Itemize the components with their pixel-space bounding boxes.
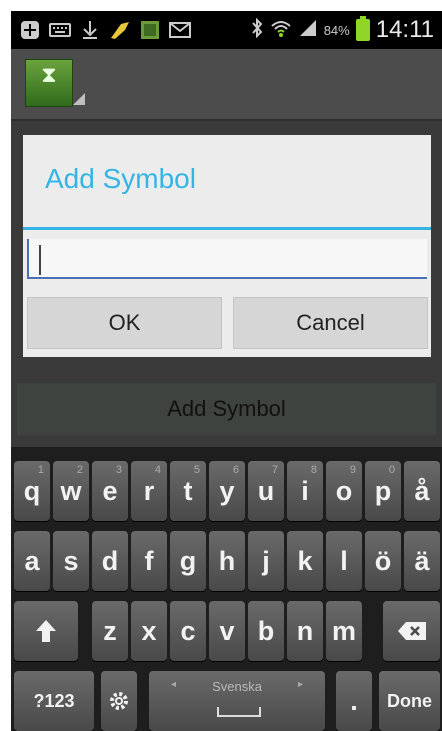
key-c[interactable]: c <box>170 601 206 661</box>
space-bar-icon <box>217 707 261 717</box>
key-i[interactable]: 8i <box>287 461 323 521</box>
key-g[interactable]: g <box>170 531 206 591</box>
key-w[interactable]: 2w <box>53 461 89 521</box>
shift-key[interactable] <box>14 601 78 661</box>
key-a[interactable]: a <box>14 531 50 591</box>
dialog-divider <box>23 227 431 230</box>
app-logo-icon[interactable]: ⧗ <box>25 59 73 107</box>
key-l[interactable]: l <box>326 531 362 591</box>
key-b[interactable]: b <box>248 601 284 661</box>
shift-arrow-icon <box>36 620 56 642</box>
text-cursor <box>39 245 41 275</box>
key-r[interactable]: 4r <box>131 461 167 521</box>
backspace-key[interactable] <box>383 601 440 661</box>
key-o[interactable]: 9o <box>326 461 362 521</box>
dialog-title: Add Symbol <box>45 163 196 194</box>
symbols-key[interactable]: ?123 <box>14 671 94 731</box>
wifi-icon <box>270 18 292 43</box>
keyboard-icon <box>49 19 71 41</box>
bluetooth-icon <box>250 17 264 43</box>
ok-button[interactable]: OK <box>27 297 222 349</box>
key-h[interactable]: h <box>209 531 245 591</box>
space-language-label: Svenska <box>212 679 262 694</box>
clock: 14:11 <box>375 16 434 43</box>
plus-icon <box>19 19 41 41</box>
mail-icon <box>169 19 191 41</box>
gear-icon <box>110 692 128 710</box>
cancel-button[interactable]: Cancel <box>233 297 428 349</box>
key-a-ring[interactable]: å <box>404 461 440 521</box>
key-e[interactable]: 3e <box>92 461 128 521</box>
key-x[interactable]: x <box>131 601 167 661</box>
key-z[interactable]: z <box>92 601 128 661</box>
key-m[interactable]: m <box>326 601 362 661</box>
gallery-icon <box>139 19 161 41</box>
key-y[interactable]: 6y <box>209 461 245 521</box>
phone-screen: 84% 14:11 ⧗ Add Symbol Add Symbol OK Can… <box>11 11 442 731</box>
key-q[interactable]: 1q <box>14 461 50 521</box>
status-right: 84% 14:11 <box>250 16 442 44</box>
backspace-icon <box>397 622 426 640</box>
key-a-umlaut[interactable]: ä <box>404 531 440 591</box>
key-t[interactable]: 5t <box>170 461 206 521</box>
paint-icon <box>109 19 131 41</box>
add-symbol-button[interactable]: Add Symbol <box>17 383 436 435</box>
battery-icon <box>355 16 370 41</box>
key-p[interactable]: 0p <box>365 461 401 521</box>
key-v[interactable]: v <box>209 601 245 661</box>
key-f[interactable]: f <box>131 531 167 591</box>
download-icon <box>79 19 101 41</box>
spinner-caret-icon <box>73 93 85 105</box>
add-symbol-dialog: Add Symbol OK Cancel <box>23 135 431 357</box>
key-s[interactable]: s <box>53 531 89 591</box>
done-key[interactable]: Done <box>379 671 440 731</box>
key-j[interactable]: j <box>248 531 284 591</box>
period-key[interactable]: . <box>336 671 372 731</box>
key-d[interactable]: d <box>92 531 128 591</box>
soft-keyboard: 1q 2w 3e 4r 5t 6y 7u 8i 9o 0p å a s d f … <box>11 447 442 731</box>
space-key[interactable]: ◂ ▸ Svenska <box>149 671 325 731</box>
symbol-input[interactable] <box>27 239 427 279</box>
action-bar: ⧗ <box>11 49 442 121</box>
key-n[interactable]: n <box>287 601 323 661</box>
signal-icon <box>298 18 318 43</box>
settings-key[interactable] <box>101 671 137 731</box>
key-u[interactable]: 7u <box>248 461 284 521</box>
key-k[interactable]: k <box>287 531 323 591</box>
battery-percent: 84% <box>323 22 350 38</box>
status-bar: 84% 14:11 <box>11 11 442 49</box>
key-o-umlaut[interactable]: ö <box>365 531 401 591</box>
